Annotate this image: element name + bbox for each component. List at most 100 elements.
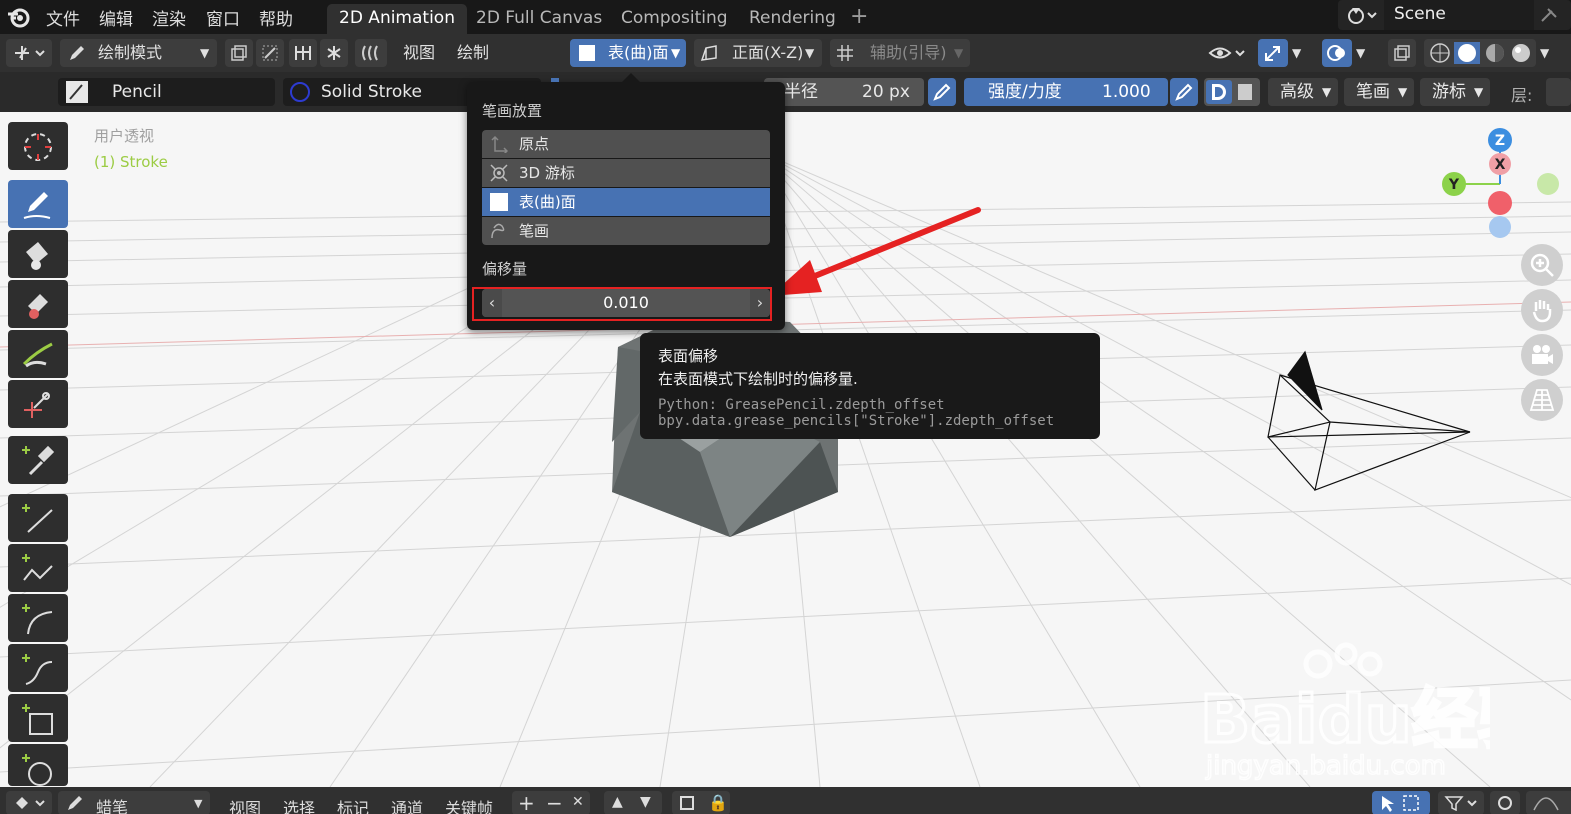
blender-logo-icon[interactable]: [6, 4, 32, 30]
layer-selector[interactable]: [1546, 78, 1571, 106]
gizmo-toggle[interactable]: [1258, 39, 1288, 67]
minus-icon[interactable]: −: [546, 791, 563, 814]
overlays-toggle[interactable]: [1322, 39, 1352, 67]
layer-order-buttons[interactable]: ▲ ▼: [604, 791, 662, 814]
layer-mask-lock[interactable]: 🔒: [672, 791, 730, 814]
tool-fill[interactable]: [8, 230, 68, 278]
mode-toggle-group[interactable]: [1204, 78, 1260, 106]
mode-selector[interactable]: 蜡笔 ▼: [58, 791, 210, 814]
tool-arc[interactable]: [8, 594, 68, 642]
bottom-menu-marker[interactable]: 标记: [337, 795, 369, 814]
add-workspace-button[interactable]: +: [850, 4, 868, 29]
orientation-dropdown[interactable]: 正面(X-Z) ▼: [694, 39, 822, 67]
falloff-dropdown[interactable]: [1526, 791, 1571, 814]
chevron-down-icon[interactable]: ▼: [1292, 39, 1308, 67]
tab-compositing[interactable]: Compositing: [609, 4, 740, 34]
tool-tint[interactable]: [8, 330, 68, 378]
only-selected-toggle[interactable]: [1372, 791, 1430, 814]
placement-option-3d-cursor[interactable]: 3D 游标: [482, 159, 770, 187]
tab-rendering[interactable]: Rendering: [737, 4, 848, 34]
guides-dropdown[interactable]: 辅助(引导) ▼: [830, 39, 970, 67]
tool-cursor[interactable]: [8, 122, 68, 170]
pivot-dropdown[interactable]: [6, 39, 52, 67]
tool-curve[interactable]: [8, 644, 68, 692]
stroke-placement-dropdown[interactable]: 表(曲)面 ▼: [570, 39, 686, 67]
proportional-edit-toggle[interactable]: [1490, 791, 1520, 814]
perspective-toggle-button[interactable]: [1521, 379, 1563, 421]
menu-help[interactable]: 帮助: [259, 5, 293, 30]
snap-toggle[interactable]: [320, 39, 348, 67]
edit-lines-toggle[interactable]: [256, 39, 284, 67]
auto-merge-toggle[interactable]: [289, 39, 317, 67]
scene-name: Scene: [1394, 4, 1446, 24]
multiframe-toggle[interactable]: [225, 39, 253, 67]
radius-field[interactable]: 半径 20 px: [764, 78, 924, 106]
pin-icon[interactable]: [1538, 5, 1560, 25]
arrow-up-icon[interactable]: ▲: [612, 794, 623, 810]
shading-modes[interactable]: [1424, 39, 1536, 67]
view-menu[interactable]: 视图: [403, 39, 435, 67]
chevron-down-icon: ▼: [1398, 85, 1408, 99]
chevron-down-icon[interactable]: ▼: [1356, 39, 1372, 67]
scene-selector[interactable]: Scene: [1338, 0, 1571, 30]
3d-viewport[interactable]: 用户透视 (1) Stroke Z X Y Baidu经 jingyan.bai…: [0, 112, 1571, 787]
onion-skin-toggle[interactable]: [355, 39, 387, 67]
blend-mode-icon[interactable]: [1238, 84, 1252, 100]
tooltip: 表面偏移 在表面模式下绘制时的偏移量. Python: GreasePencil…: [640, 333, 1100, 439]
tool-settings-bar: Pencil Solid Stroke 半径 20 px 强度/力度 1.000…: [0, 72, 1571, 112]
keyframe-add-remove[interactable]: + − ✕: [512, 791, 590, 814]
tab-2d-animation[interactable]: 2D Animation: [327, 4, 467, 34]
bottom-menu-select[interactable]: 选择: [283, 795, 315, 814]
xray-toggle[interactable]: [1388, 39, 1416, 67]
bottom-menu-channel[interactable]: 通道: [391, 795, 423, 814]
editor-type-dropdown[interactable]: [6, 791, 52, 814]
strength-pressure-toggle[interactable]: [1170, 78, 1198, 106]
tab-2d-full-canvas[interactable]: 2D Full Canvas: [464, 4, 614, 34]
tool-eyedropper[interactable]: [8, 436, 68, 484]
filter-dropdown[interactable]: [1438, 791, 1484, 814]
tool-cutter[interactable]: [8, 380, 68, 428]
draw-menu[interactable]: 绘制: [457, 39, 489, 67]
plus-icon[interactable]: +: [518, 791, 535, 814]
tool-erase[interactable]: [8, 280, 68, 328]
mask-icon[interactable]: [680, 796, 694, 810]
radius-pressure-toggle[interactable]: [928, 78, 956, 106]
chevron-down-icon[interactable]: ▼: [1540, 39, 1556, 67]
close-icon[interactable]: ✕: [572, 794, 584, 810]
advanced-dropdown[interactable]: 高级 ▼: [1268, 78, 1338, 106]
tool-box[interactable]: [8, 694, 68, 742]
strength-field[interactable]: 强度/力度 1.000: [964, 78, 1168, 106]
menu-window[interactable]: 窗口: [206, 5, 240, 30]
tooltip-title: 表面偏移: [658, 347, 719, 365]
navigation-gizmo[interactable]: Z X Y: [1438, 126, 1571, 238]
placement-option-stroke[interactable]: 笔画: [482, 217, 770, 245]
pan-button[interactable]: [1521, 289, 1563, 331]
tool-polyline[interactable]: [8, 544, 68, 592]
visibility-dropdown[interactable]: [1206, 39, 1250, 67]
pencil-icon: [70, 46, 84, 60]
tool-circle[interactable]: [8, 744, 68, 786]
asterisk-icon: [327, 46, 341, 60]
camera-view-button[interactable]: [1521, 334, 1563, 376]
orientation-label: 正面(X-Z): [732, 43, 804, 62]
scene-icon: [1348, 8, 1377, 24]
menu-render[interactable]: 渲染: [152, 5, 186, 30]
menu-file[interactable]: 文件: [46, 5, 80, 30]
placement-option-surface[interactable]: 表(曲)面: [482, 188, 770, 216]
menu-edit[interactable]: 编辑: [99, 5, 133, 30]
mode-dropdown[interactable]: 绘制模式 ▼: [60, 39, 217, 67]
tool-line[interactable]: [8, 494, 68, 542]
option-label: 笔画: [519, 222, 550, 240]
placement-option-origin[interactable]: 原点: [482, 130, 770, 158]
zoom-button[interactable]: [1521, 244, 1563, 286]
arrow-down-icon[interactable]: ▼: [640, 794, 651, 810]
bottom-menu-keyframe[interactable]: 关键帧: [445, 795, 493, 814]
proportional-icon: [1498, 796, 1512, 810]
lock-icon[interactable]: 🔒: [708, 793, 728, 812]
tool-draw[interactable]: [8, 180, 68, 228]
stroke-dropdown[interactable]: 笔画 ▼: [1344, 78, 1414, 106]
bottom-menu-view[interactable]: 视图: [229, 795, 261, 814]
cursor-dropdown[interactable]: 游标 ▼: [1420, 78, 1490, 106]
brush-selector[interactable]: Pencil: [58, 78, 275, 106]
chevron-down-icon: ▼: [1474, 85, 1484, 99]
